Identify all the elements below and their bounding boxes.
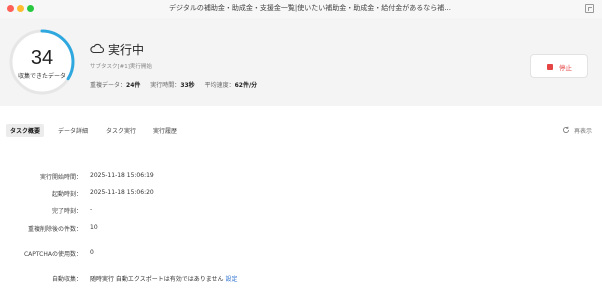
zoom-window-icon[interactable] — [27, 5, 34, 12]
window-layout-icon[interactable] — [585, 4, 594, 13]
tab-run-history[interactable]: 実行履歴 — [149, 124, 181, 137]
stop-button-label: 停止 — [559, 64, 572, 72]
duplicate-value: 24件 — [126, 82, 141, 89]
speed-label: 平均速度： — [204, 82, 235, 89]
cloud-icon — [90, 43, 104, 54]
stop-icon — [547, 64, 553, 70]
dedup-count-label: 重複削除後の件数： — [27, 226, 82, 233]
close-window-icon[interactable] — [7, 5, 14, 12]
auto-collect-row: 随時実行 自動エクスポートは有効ではありません 設定 — [90, 274, 238, 283]
collected-count-label: 収集できたデータ — [17, 73, 66, 80]
duplicate-label: 重複データ： — [90, 82, 127, 89]
tab-data-detail[interactable]: データ詳細 — [54, 124, 92, 137]
refresh-button[interactable]: 再表示 — [574, 126, 592, 135]
auto-collect-label: 自動収集： — [51, 276, 82, 283]
status-title: 実行中 — [108, 43, 145, 57]
collected-count: 34 — [30, 47, 54, 69]
captcha-value: 0 — [90, 249, 94, 256]
time-label: 実行時間： — [150, 82, 181, 89]
start-time-label: 実行開始時間： — [39, 174, 82, 181]
window-title: デジタルの補助金・助成金・支援金一覧|使いたい補助金・助成金・給付金があるなら補… — [169, 4, 451, 12]
time-value: 33秒 — [180, 82, 195, 89]
tab-task-overview[interactable]: タスク概要 — [6, 124, 45, 137]
title-bar: デジタルの補助金・助成金・支援金一覧|使いたい補助金・助成金・給付金があるなら補… — [0, 0, 602, 19]
auto-collect-value: 随時実行 自動エクスポートは有効ではありません — [90, 276, 224, 283]
refresh-icon[interactable] — [562, 126, 570, 134]
captcha-label: CAPTCHAの使用数： — [23, 251, 82, 258]
start-time-value: 2025-11-18 15:06:19 — [90, 172, 154, 179]
dedup-count-value: 10 — [90, 224, 98, 231]
tab-bar: タスク概要 データ詳細 タスク実行 実行履歴 — [0, 120, 602, 138]
stop-button[interactable]: 停止 — [530, 54, 588, 78]
launch-time-label: 起動時刻： — [51, 191, 82, 198]
end-time-value: - — [90, 206, 93, 213]
minimize-window-icon[interactable] — [17, 5, 24, 12]
launch-time-value: 2025-11-18 15:06:20 — [90, 189, 154, 196]
subtask-status: サブタスク[#1]実行開始 — [90, 64, 152, 70]
end-time-label: 完了時刻： — [51, 208, 82, 215]
tab-task-run[interactable]: タスク実行 — [102, 124, 140, 137]
task-stats: 重複データ：24件 実行時間：33秒 平均速度：62件/分 — [90, 80, 257, 89]
settings-link[interactable]: 設定 — [225, 276, 237, 283]
speed-value: 62件/分 — [234, 82, 258, 89]
